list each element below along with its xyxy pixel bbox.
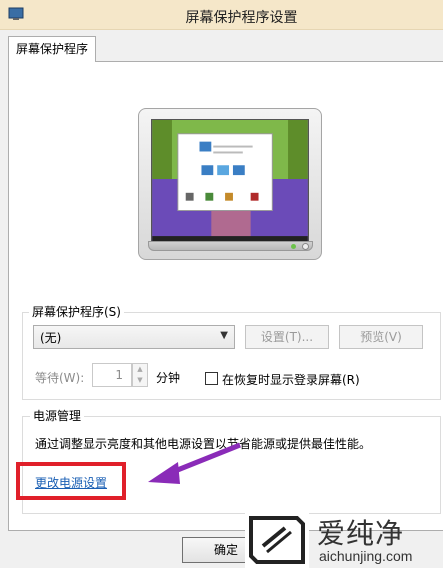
pointer-arrow-icon [148, 442, 241, 484]
screensaver-group-label: 屏幕保护程序(S) [29, 303, 124, 320]
wait-minutes-input[interactable]: 1 [92, 363, 132, 387]
preview-button[interactable]: 预览(V) [339, 325, 423, 349]
window-title: 屏幕保护程序设置 [185, 10, 298, 26]
wait-label: 等待(W): [35, 371, 85, 385]
monitor-base [148, 241, 313, 251]
spin-down-icon[interactable]: ▼ [133, 375, 147, 386]
highlight-box [16, 462, 126, 500]
resume-login-label: 在恢复时显示登录屏幕(R) [222, 373, 360, 387]
wait-unit-label: 分钟 [156, 371, 181, 385]
power-led-icon [291, 244, 296, 249]
watermark-logo: 爱纯净 aichunjing.com [245, 512, 443, 568]
wait-spinner[interactable]: ▲ ▼ [132, 363, 148, 387]
resume-login-checkbox[interactable] [205, 372, 218, 385]
tab-screensaver[interactable]: 屏幕保护程序 [8, 36, 96, 62]
chevron-down-icon: ▼ [220, 330, 228, 341]
watermark-brand: 爱纯净 [317, 517, 405, 550]
settings-button[interactable]: 设置(T)... [245, 325, 329, 349]
power-group-label: 电源管理 [30, 407, 85, 424]
power-button-icon [302, 243, 309, 250]
monitor-preview [138, 108, 322, 260]
logo-mark-icon [245, 512, 309, 568]
watermark-domain: aichunjing.com [319, 548, 413, 564]
screensaver-select[interactable]: (无) ▼ [33, 325, 235, 349]
screensaver-select-value: (无) [40, 331, 62, 345]
title-bar: 屏幕保护程序设置 [0, 0, 443, 30]
spin-up-icon[interactable]: ▲ [133, 364, 147, 375]
screen-preview-image [151, 119, 309, 243]
